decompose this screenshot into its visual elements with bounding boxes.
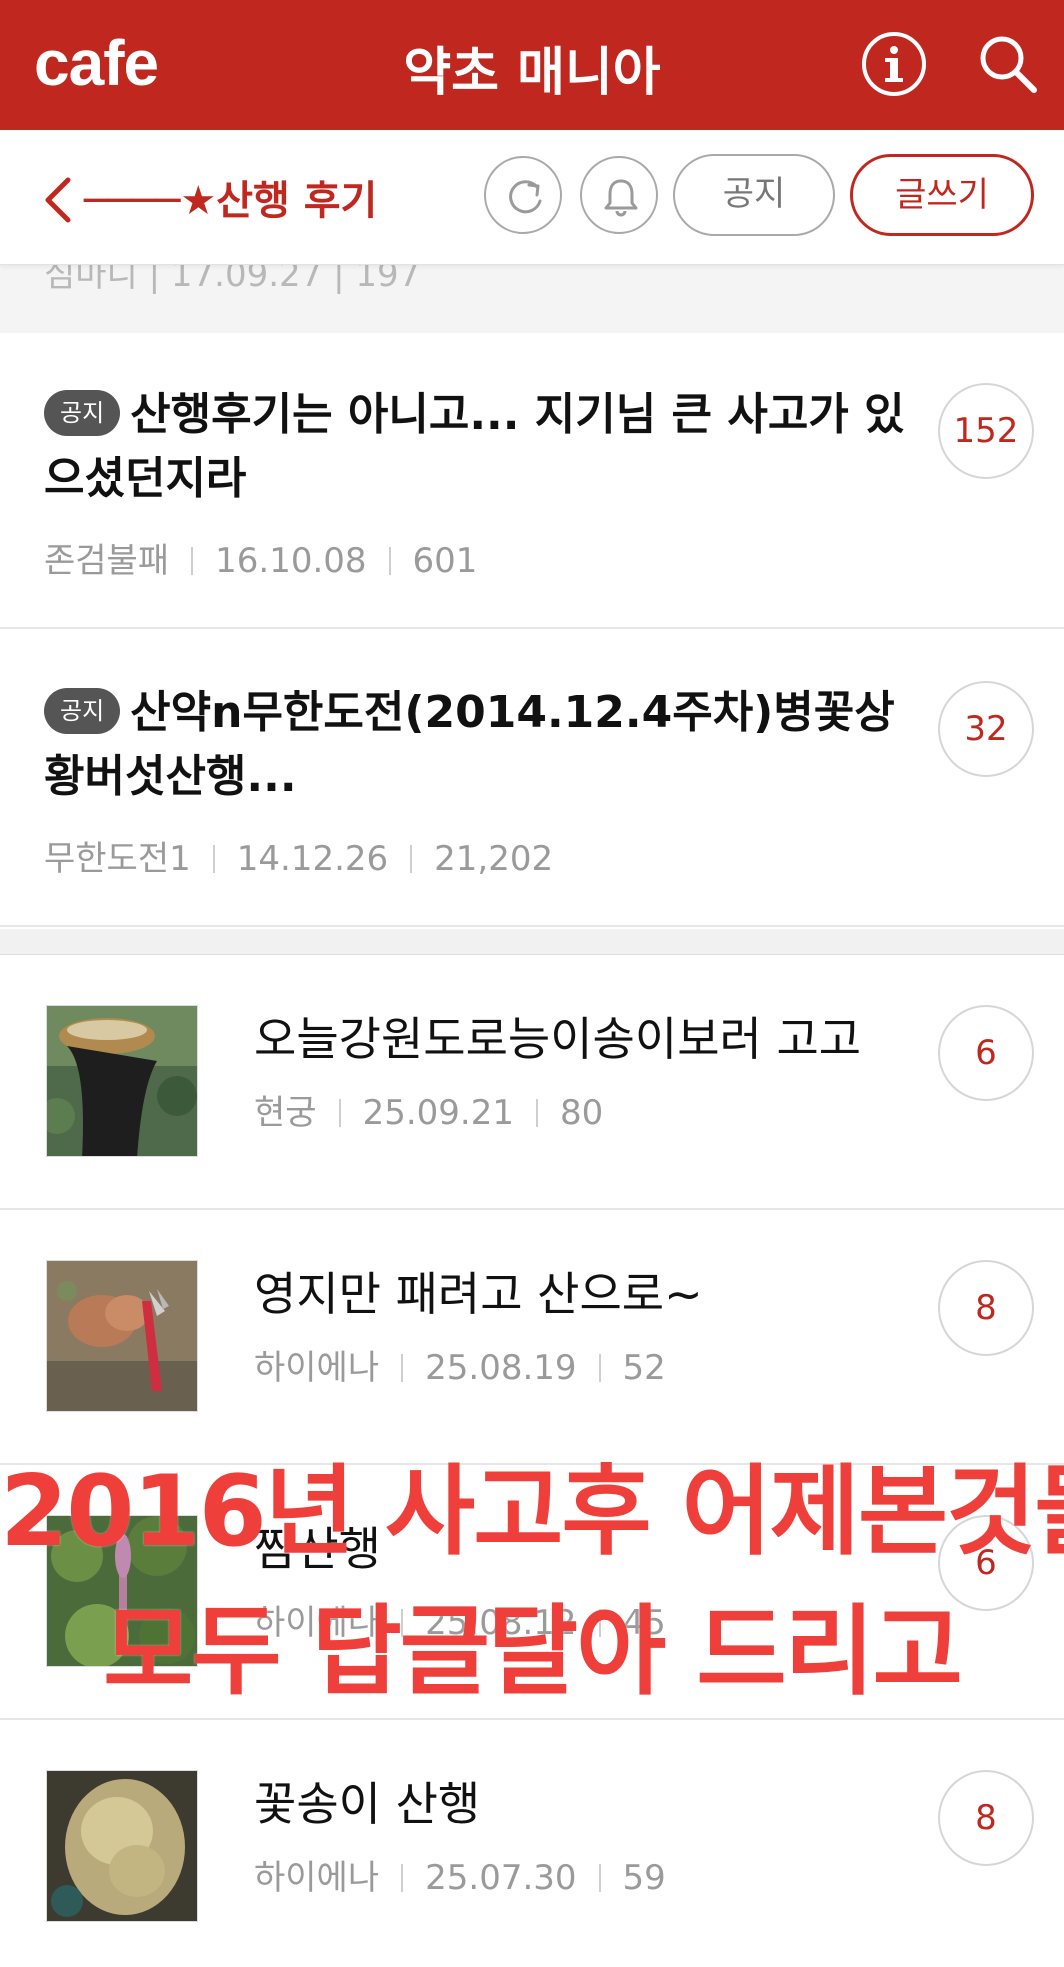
post-row[interactable]: 꽃송이 산행 하이에나 25.07.30 59 8 — [0, 1720, 1064, 1967]
view-count: 21,202 — [434, 839, 554, 879]
notice-badge: 공지 — [44, 390, 121, 436]
post-meta: 현궁 25.09.21 80 — [254, 1085, 603, 1134]
post-date: 16.10.08 — [215, 541, 367, 581]
post-meta: 존검불패 16.10.08 601 — [44, 533, 477, 582]
app-bar: cafe 약초 매니아 — [0, 0, 1064, 130]
post-meta: 하이에나 25.07.30 59 — [254, 1850, 666, 1899]
partial-list-item: 심마니 | 17.09.27 | 197 — [0, 265, 1064, 333]
notice-badge: 공지 — [44, 688, 121, 734]
comment-count[interactable]: 32 — [938, 681, 1034, 777]
view-count: 80 — [559, 1093, 604, 1133]
search-icon[interactable] — [974, 30, 1042, 98]
meta-divider — [598, 1354, 601, 1382]
meta-divider — [598, 1864, 601, 1892]
meta-divider — [535, 1099, 538, 1127]
post-date: 14.12.26 — [236, 839, 389, 879]
author-name: 하이에나 — [254, 1858, 380, 1898]
partial-meta: 심마니 | 17.09.27 | 197 — [44, 265, 421, 295]
notice-title[interactable]: 공지 산행후기는 아니고... 지기님 큰 사고가 있으셨던지라 — [44, 383, 924, 511]
meta-divider — [388, 547, 391, 575]
post-row[interactable]: 영지만 패려고 산으로~ 하이에나 25.08.19 52 8 — [0, 1210, 1064, 1465]
overlay-caption-line1: 2016년 사고후 어제본것들 — [0, 1455, 1064, 1569]
app-screen: cafe 약초 매니아 ────★산행 후기 공지 글쓰기 심마니 | 17.0… — [0, 0, 1064, 1967]
post-title[interactable]: 영지만 패려고 산으로~ — [254, 1258, 703, 1324]
post-row[interactable]: 오늘강원도로능이송이보러 고고 현궁 25.09.21 80 6 — [0, 955, 1064, 1210]
refresh-icon — [509, 180, 542, 214]
post-thumbnail[interactable] — [46, 1260, 198, 1412]
comment-count[interactable]: 8 — [938, 1260, 1034, 1356]
view-count: 52 — [622, 1348, 666, 1388]
post-title[interactable]: 꽃송이 산행 — [254, 1768, 480, 1834]
comment-count[interactable]: 8 — [938, 1770, 1034, 1866]
post-thumbnail[interactable] — [46, 1005, 198, 1157]
comment-count[interactable]: 152 — [938, 383, 1034, 479]
post-meta: 하이에나 25.08.19 52 — [254, 1340, 666, 1389]
meta-divider — [191, 547, 194, 575]
write-button[interactable]: 글쓰기 — [850, 154, 1034, 236]
meta-divider — [212, 845, 215, 873]
author-name: 무한도전1 — [44, 839, 191, 879]
meta-divider — [410, 845, 413, 873]
notice-title-text: 산행후기는 아니고... 지기님 큰 사고가 있으셨던지라 — [44, 389, 905, 504]
meta-divider — [401, 1354, 404, 1382]
comment-count[interactable]: 6 — [938, 1005, 1034, 1101]
notice-row[interactable]: 공지 산약n무한도전(2014.12.4주차)병꽃상황버섯산행... 무한도전1 1… — [0, 631, 1064, 927]
view-count: 601 — [412, 541, 478, 581]
view-count: 59 — [622, 1858, 666, 1898]
notice-title[interactable]: 공지 산약n무한도전(2014.12.4주차)병꽃상황버섯산행... — [44, 681, 924, 809]
author-name: 존검불패 — [44, 541, 170, 581]
post-date: 25.07.30 — [425, 1858, 577, 1898]
section-divider — [0, 929, 1064, 955]
author-name: 현궁 — [254, 1093, 317, 1133]
info-icon[interactable] — [860, 30, 928, 98]
refresh-button[interactable] — [484, 156, 562, 234]
back-arrow-icon[interactable] — [38, 172, 78, 228]
board-header: ────★산행 후기 공지 글쓰기 — [0, 130, 1064, 265]
notice-row[interactable]: 공지 산행후기는 아니고... 지기님 큰 사고가 있으셨던지라 존검불패 16.1… — [0, 333, 1064, 629]
board-title[interactable]: ────★산행 후기 — [84, 168, 377, 226]
notification-button[interactable] — [580, 156, 658, 234]
overlay-caption-line2: 모두 답글달아 드리고 — [103, 1595, 963, 1709]
author-name: 하이에나 — [254, 1348, 380, 1388]
notice-button[interactable]: 공지 — [673, 154, 835, 236]
meta-divider — [338, 1099, 341, 1127]
post-meta: 무한도전1 14.12.26 21,202 — [44, 831, 553, 880]
post-title[interactable]: 오늘강원도로능이송이보러 고고 — [254, 1003, 861, 1069]
post-thumbnail[interactable] — [46, 1770, 198, 1922]
notice-title-text: 산약n무한도전(2014.12.4주차)병꽃상황버섯산행... — [44, 687, 895, 802]
post-date: 25.08.19 — [425, 1348, 577, 1388]
meta-divider — [401, 1864, 404, 1892]
bell-icon — [604, 179, 638, 217]
post-date: 25.09.21 — [362, 1093, 514, 1133]
